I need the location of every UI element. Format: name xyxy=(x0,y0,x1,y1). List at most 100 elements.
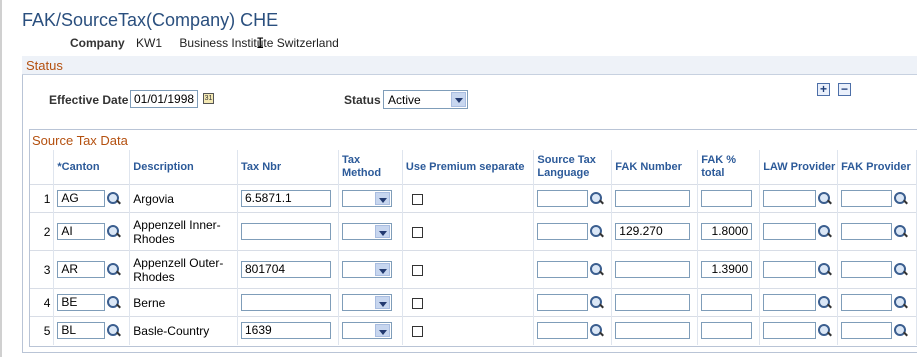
row-number: 5 xyxy=(30,316,55,345)
fak-pct-input[interactable] xyxy=(701,294,753,311)
source-tax-language-input[interactable] xyxy=(537,190,589,207)
tax-method-cell xyxy=(338,316,403,345)
magnifier-icon[interactable] xyxy=(590,295,604,310)
use-premium-checkbox[interactable] xyxy=(411,326,423,338)
chevron-down-icon[interactable] xyxy=(374,324,390,338)
fak-number-input[interactable]: 129.270 xyxy=(615,223,691,240)
fak-provider-input[interactable] xyxy=(841,223,893,240)
tax-nbr-input[interactable]: 6.5871.1 xyxy=(241,190,331,207)
status-select[interactable]: Active xyxy=(383,90,468,109)
law-provider-input[interactable] xyxy=(763,322,817,340)
chevron-down-icon[interactable] xyxy=(374,296,390,309)
magnifier-icon[interactable] xyxy=(107,224,121,239)
source-tax-language-cell xyxy=(533,250,613,289)
tax-method-cell xyxy=(338,184,403,213)
law-provider-input[interactable] xyxy=(763,190,817,207)
canton-input[interactable]: BL xyxy=(57,322,106,340)
fak-provider-input[interactable] xyxy=(841,261,893,278)
chevron-down-icon[interactable] xyxy=(451,92,466,107)
col-source-tax-language[interactable]: Source Tax Language xyxy=(533,150,613,185)
magnifier-icon[interactable] xyxy=(894,224,908,239)
col-use-premium[interactable]: Use Premium separate xyxy=(402,150,535,185)
magnifier-icon[interactable] xyxy=(590,323,604,338)
chevron-down-icon[interactable] xyxy=(374,225,390,238)
fak-number-input[interactable] xyxy=(615,261,691,278)
use-premium-checkbox[interactable] xyxy=(411,193,423,205)
effective-date-input[interactable] xyxy=(130,90,198,108)
fak-number-cell xyxy=(611,184,699,213)
minus-icon[interactable]: − xyxy=(838,83,851,96)
status-select-value: Active xyxy=(388,93,421,107)
tax-nbr-input[interactable]: 1639 xyxy=(241,322,331,340)
fak-number-cell xyxy=(611,250,699,289)
col-law-provider[interactable]: LAW Provider xyxy=(759,150,839,185)
fak-pct-input[interactable] xyxy=(701,190,753,207)
col-tax-nbr[interactable]: Tax Nbr xyxy=(237,150,339,185)
source-tax-language-input[interactable] xyxy=(537,294,589,311)
canton-input[interactable]: AR xyxy=(57,261,106,278)
fak-pct-input[interactable] xyxy=(701,322,753,340)
canton-input[interactable]: AI xyxy=(57,223,106,240)
fak-pct-input[interactable]: 1.8000 xyxy=(701,223,753,240)
plus-icon[interactable]: + xyxy=(817,83,830,96)
use-premium-checkbox[interactable] xyxy=(411,226,423,238)
tax-nbr-input[interactable]: 801704 xyxy=(241,261,331,278)
magnifier-icon[interactable] xyxy=(818,295,832,310)
law-provider-input[interactable] xyxy=(763,261,817,278)
magnifier-icon[interactable] xyxy=(590,262,604,277)
canton-input[interactable]: AG xyxy=(57,190,106,207)
magnifier-icon[interactable] xyxy=(107,262,121,277)
magnifier-icon[interactable] xyxy=(818,191,832,206)
col-canton[interactable]: *Canton xyxy=(53,150,131,185)
magnifier-icon[interactable] xyxy=(107,191,121,206)
law-provider-cell xyxy=(759,184,839,213)
magnifier-icon[interactable] xyxy=(590,191,604,206)
law-provider-input[interactable] xyxy=(763,294,817,311)
col-fak-number[interactable]: FAK Number xyxy=(611,150,699,185)
chevron-down-icon[interactable] xyxy=(374,192,390,205)
col-fak-provider[interactable]: FAK Provider xyxy=(837,150,917,185)
fak-pct-input[interactable]: 1.3900 xyxy=(701,261,753,278)
source-tax-language-input[interactable] xyxy=(537,261,589,278)
col-fak-pct-total[interactable]: FAK % total xyxy=(697,150,761,185)
fak-provider-input[interactable] xyxy=(841,190,893,207)
canton-cell: AG xyxy=(53,184,131,213)
use-premium-checkbox[interactable] xyxy=(411,264,423,276)
magnifier-icon[interactable] xyxy=(894,295,908,310)
description-cell: Argovia xyxy=(129,184,238,213)
fak-provider-input[interactable] xyxy=(841,294,893,311)
magnifier-icon[interactable] xyxy=(107,323,121,338)
magnifier-icon[interactable] xyxy=(818,224,832,239)
magnifier-icon[interactable] xyxy=(590,224,604,239)
chevron-down-icon[interactable] xyxy=(374,263,390,276)
tax-nbr-input[interactable] xyxy=(241,223,331,240)
col-description[interactable]: Description xyxy=(129,150,238,185)
tax-method-select[interactable] xyxy=(341,223,392,240)
magnifier-icon[interactable] xyxy=(894,191,908,206)
calendar-icon[interactable]: 31 xyxy=(203,93,214,104)
tax-method-select[interactable] xyxy=(341,322,392,340)
fak-number-input[interactable] xyxy=(615,190,691,207)
magnifier-icon[interactable] xyxy=(818,262,832,277)
canton-input[interactable]: BE xyxy=(57,294,106,311)
tax-method-select[interactable] xyxy=(341,261,392,278)
tax-method-select[interactable] xyxy=(341,294,392,311)
source-tax-language-input[interactable] xyxy=(537,223,589,240)
law-provider-input[interactable] xyxy=(763,223,817,240)
use-premium-checkbox[interactable] xyxy=(411,297,423,309)
tax-nbr-input[interactable] xyxy=(241,294,331,311)
fak-number-input[interactable] xyxy=(615,322,691,340)
table-row: 2 AI Appenzell Inner-Rhodes 129.270 1.8000 xyxy=(30,212,917,251)
magnifier-icon[interactable] xyxy=(894,323,908,338)
use-premium-cell xyxy=(402,316,535,345)
col-tax-method[interactable]: Tax Method xyxy=(338,150,403,185)
magnifier-icon[interactable] xyxy=(107,295,121,310)
source-tax-language-cell xyxy=(533,184,613,213)
tax-method-select[interactable] xyxy=(341,190,392,207)
fak-provider-input[interactable] xyxy=(841,322,893,340)
fak-number-cell xyxy=(611,316,699,345)
magnifier-icon[interactable] xyxy=(894,262,908,277)
fak-number-input[interactable] xyxy=(615,294,691,311)
magnifier-icon[interactable] xyxy=(818,323,832,338)
source-tax-language-input[interactable] xyxy=(537,322,589,340)
